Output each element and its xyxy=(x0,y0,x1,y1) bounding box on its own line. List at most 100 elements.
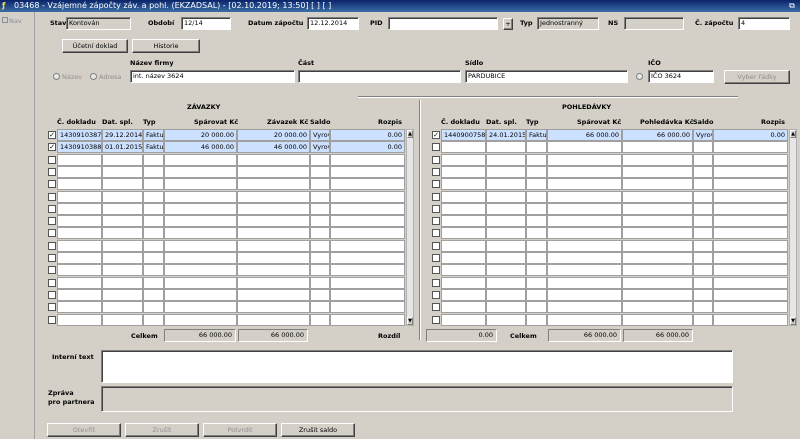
grid-cell-saldo[interactable] xyxy=(310,153,330,166)
grid-cell-zavazek[interactable] xyxy=(237,215,310,228)
grid-cell-zavazek[interactable] xyxy=(237,301,310,314)
grid-cell-parovat[interactable] xyxy=(164,227,237,240)
grid-cell-typ[interactable] xyxy=(143,190,164,203)
grid-cell-parovat[interactable] xyxy=(164,215,237,228)
grid-cell-parovat[interactable] xyxy=(547,215,622,228)
grid-cell-datum[interactable] xyxy=(102,190,143,203)
grid-cell-zavazek[interactable] xyxy=(237,264,310,277)
grid-cell-parovat[interactable] xyxy=(547,313,622,326)
grid-cell-rozpis[interactable] xyxy=(713,288,788,301)
table-row[interactable] xyxy=(424,239,794,253)
grid-cell-typ[interactable] xyxy=(143,301,164,314)
grid-cell-rozpis[interactable] xyxy=(713,202,788,215)
row-checkbox[interactable] xyxy=(432,229,440,238)
grid-cell-rozpis[interactable]: 0.00 xyxy=(713,129,788,141)
grid-cell-typ[interactable] xyxy=(526,153,547,166)
grid-cell-datum[interactable] xyxy=(102,215,143,228)
row-checkbox[interactable] xyxy=(432,266,440,275)
grid-cell-datum[interactable] xyxy=(102,202,143,215)
grid-cell-doklad[interactable] xyxy=(57,153,102,166)
grid-cell-doklad[interactable] xyxy=(57,215,102,228)
grid-cell-typ[interactable] xyxy=(526,313,547,326)
grid-cell-datum[interactable] xyxy=(486,165,526,178)
table-row[interactable] xyxy=(424,202,794,216)
grid-cell-datum[interactable] xyxy=(102,252,143,264)
row-checkbox[interactable] xyxy=(432,290,440,299)
grid-cell-saldo[interactable] xyxy=(693,190,713,203)
grid-cell-pohledavka[interactable]: 66 000.00 xyxy=(622,129,693,141)
grid-cell-saldo[interactable] xyxy=(693,202,713,215)
grid-cell-saldo[interactable] xyxy=(310,190,330,203)
grid-cell-saldo[interactable] xyxy=(693,227,713,240)
row-checkbox[interactable] xyxy=(48,315,56,324)
cast-field[interactable] xyxy=(298,70,461,83)
row-checkbox[interactable] xyxy=(48,266,56,275)
grid-cell-rozpis[interactable] xyxy=(713,141,788,154)
table-row[interactable] xyxy=(424,288,794,302)
datum-zapoctu-field[interactable]: 12.12.2014 xyxy=(307,17,359,30)
grid-cell-doklad[interactable] xyxy=(441,313,486,326)
grid-cell-zavazek[interactable] xyxy=(237,313,310,326)
historie-button[interactable]: Historie xyxy=(132,39,200,53)
grid-cell-doklad[interactable] xyxy=(441,276,486,289)
grid-cell-parovat[interactable] xyxy=(547,141,622,154)
grid-cell-doklad[interactable] xyxy=(57,264,102,277)
potvrdit-button[interactable]: Potvrdit xyxy=(203,423,277,437)
scroll-up-icon[interactable]: ▲ xyxy=(790,130,796,138)
nav-button[interactable]: Nav xyxy=(2,17,22,25)
grid-cell-saldo[interactable] xyxy=(310,227,330,240)
table-row[interactable] xyxy=(40,288,410,302)
row-checkbox[interactable] xyxy=(48,241,56,250)
table-row[interactable] xyxy=(424,178,794,191)
grid-cell-zavazek[interactable] xyxy=(237,252,310,264)
grid-cell-rozpis[interactable] xyxy=(330,165,405,178)
grid-cell-parovat[interactable] xyxy=(164,264,237,277)
grid-cell-saldo[interactable] xyxy=(693,153,713,166)
vyber-radky-button[interactable]: Vyber řádky xyxy=(724,70,790,84)
grid-cell-rozpis[interactable] xyxy=(713,264,788,277)
grid-cell-doklad[interactable] xyxy=(441,178,486,191)
table-row[interactable] xyxy=(40,239,410,253)
grid-cell-datum[interactable] xyxy=(486,178,526,191)
pid-field[interactable] xyxy=(388,17,498,30)
grid-cell-rozpis[interactable]: 0.00 xyxy=(330,129,405,141)
grid-cell-doklad[interactable] xyxy=(441,264,486,277)
grid-cell-parovat[interactable] xyxy=(547,276,622,289)
row-checkbox[interactable] xyxy=(48,192,56,201)
table-row[interactable] xyxy=(424,227,794,240)
row-checkbox[interactable] xyxy=(432,204,440,213)
grid-cell-parovat[interactable] xyxy=(547,252,622,264)
restore-window-icon[interactable]: ⧉ xyxy=(787,1,797,11)
table-row[interactable] xyxy=(40,276,410,290)
grid-cell-datum[interactable] xyxy=(486,215,526,228)
grid-cell-datum[interactable] xyxy=(486,202,526,215)
grid-cell-typ[interactable]: Faktu xyxy=(143,129,164,141)
grid-cell-parovat[interactable] xyxy=(547,190,622,203)
zrusit-saldo-button[interactable]: Zrušit saldo xyxy=(281,423,355,437)
grid-cell-datum[interactable] xyxy=(102,301,143,314)
table-row[interactable] xyxy=(424,190,794,204)
grid-cell-saldo[interactable] xyxy=(310,239,330,252)
table-row[interactable] xyxy=(424,301,794,314)
row-checkbox[interactable] xyxy=(432,315,440,324)
grid-cell-saldo[interactable] xyxy=(310,276,330,289)
grid-cell-saldo[interactable] xyxy=(693,288,713,301)
grid-cell-typ[interactable] xyxy=(526,190,547,203)
pid-add-button[interactable]: + xyxy=(503,18,513,30)
table-row[interactable] xyxy=(40,301,410,314)
grid-cell-typ[interactable] xyxy=(143,178,164,191)
grid-cell-pohledavka[interactable] xyxy=(622,190,693,203)
grid-cell-parovat[interactable] xyxy=(547,153,622,166)
grid-cell-datum[interactable]: 29.12.2014 xyxy=(102,129,143,141)
grid-cell-pohledavka[interactable] xyxy=(622,239,693,252)
grid-cell-zavazek[interactable] xyxy=(237,288,310,301)
grid-cell-saldo[interactable] xyxy=(310,215,330,228)
grid-cell-rozpis[interactable] xyxy=(713,313,788,326)
grid-cell-typ[interactable] xyxy=(526,178,547,191)
table-row[interactable] xyxy=(424,165,794,179)
grid-cell-pohledavka[interactable] xyxy=(622,153,693,166)
grid-cell-datum[interactable] xyxy=(486,313,526,326)
grid-cell-rozpis[interactable] xyxy=(330,190,405,203)
table-row[interactable] xyxy=(40,202,410,216)
grid-cell-datum[interactable] xyxy=(486,301,526,314)
